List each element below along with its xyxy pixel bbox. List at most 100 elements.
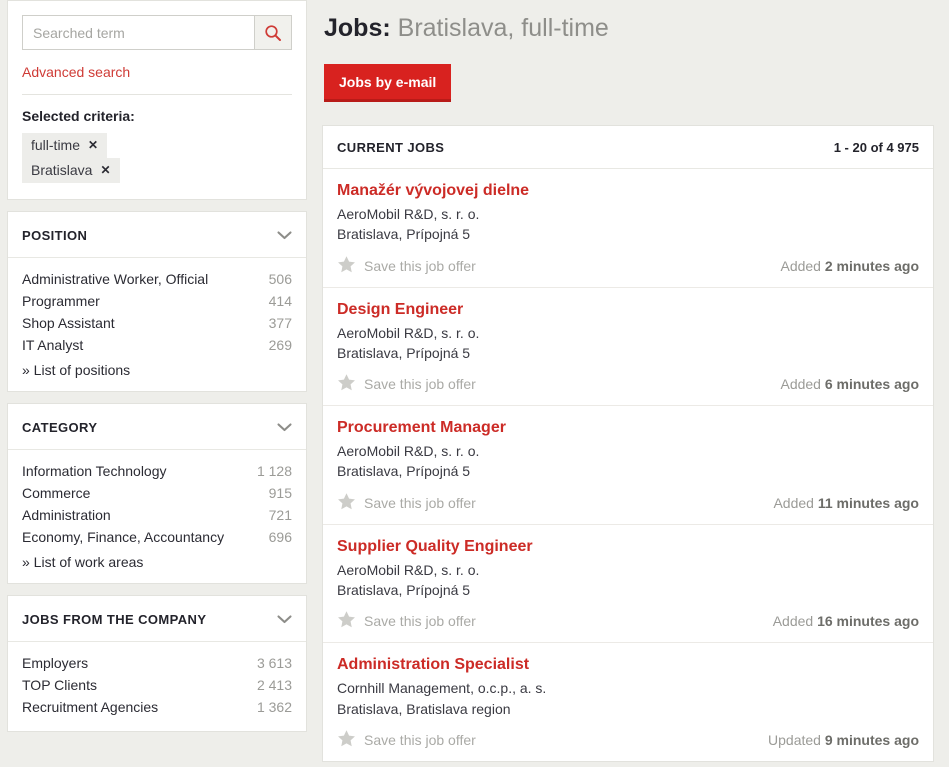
- facet-body-position: Administrative Worker, Official 506 Prog…: [8, 258, 306, 391]
- job-location: Bratislava, Bratislava region: [337, 700, 511, 717]
- facet-item-label: Programmer: [22, 293, 100, 309]
- facet-item[interactable]: Recruitment Agencies 1 362: [22, 696, 292, 718]
- facet-item-count: 1 128: [256, 463, 292, 479]
- facet-panel-company: JOBS FROM THE COMPANY Employers 3 613 TO…: [7, 595, 307, 732]
- star-icon: [337, 492, 356, 514]
- facet-item-count: 915: [268, 485, 292, 501]
- job-date-prefix: Updated: [768, 731, 821, 748]
- divider: [22, 94, 292, 95]
- star-icon: [337, 610, 356, 632]
- job-footer: Save this job offer Updated 9 minutes ag…: [337, 729, 919, 751]
- criteria-chip[interactable]: Bratislava ✕: [22, 158, 120, 183]
- save-job-label: Save this job offer: [364, 494, 476, 511]
- search-button[interactable]: [254, 15, 292, 50]
- facet-item[interactable]: Administrative Worker, Official 506: [22, 268, 292, 290]
- advanced-search-link[interactable]: Advanced search: [22, 64, 130, 80]
- facet-item[interactable]: Economy, Finance, Accountancy 696: [22, 526, 292, 548]
- page-title-filters: Bratislava, full-time: [397, 14, 609, 42]
- chevron-down-icon[interactable]: [277, 227, 292, 243]
- facet-header-position[interactable]: POSITION: [8, 212, 306, 258]
- facet-item[interactable]: Information Technology 1 128: [22, 460, 292, 482]
- facet-item-count: 696: [268, 529, 292, 545]
- job-title-link[interactable]: Design Engineer: [337, 301, 463, 319]
- star-icon: [337, 729, 356, 751]
- chevron-down-icon[interactable]: [277, 611, 292, 627]
- facet-panel-position: POSITION Administrative Worker, Official…: [7, 211, 307, 392]
- job-list-item: Procurement Manager AeroMobil R&D, s. r.…: [323, 406, 933, 525]
- save-job-label: Save this job offer: [364, 376, 476, 393]
- chip-label: full-time: [31, 137, 81, 153]
- job-location: Bratislava, Prípojná 5: [337, 344, 471, 361]
- search-input[interactable]: [22, 15, 254, 50]
- save-job-label: Save this job offer: [364, 257, 476, 274]
- job-list-item: Design Engineer AeroMobil R&D, s. r. o. …: [323, 288, 933, 407]
- job-location: Bratislava, Prípojná 5: [337, 226, 471, 243]
- facet-item[interactable]: Programmer 414: [22, 290, 292, 312]
- jobs-panel-header: CURRENT JOBS 1 - 20 of 4 975: [323, 126, 933, 169]
- job-company: AeroMobil R&D, s. r. o.: [337, 443, 480, 460]
- facet-title: POSITION: [22, 227, 88, 243]
- search-panel: Advanced search Selected criteria: full-…: [7, 0, 307, 200]
- facet-title: CATEGORY: [22, 419, 98, 435]
- save-job-link[interactable]: Save this job offer: [337, 255, 476, 277]
- jobs-by-email-button[interactable]: Jobs by e-mail: [324, 64, 452, 102]
- close-icon[interactable]: ✕: [88, 139, 98, 151]
- page-title-strong: Jobs:: [324, 14, 391, 42]
- facet-more-link[interactable]: » List of positions: [22, 362, 292, 378]
- facet-body-category: Information Technology 1 128 Commerce 91…: [8, 450, 306, 583]
- current-jobs-heading: CURRENT JOBS: [337, 140, 445, 155]
- facet-item[interactable]: TOP Clients 2 413: [22, 674, 292, 696]
- job-date: Updated 9 minutes ago: [768, 732, 919, 748]
- job-footer: Save this job offer Added 6 minutes ago: [337, 373, 919, 395]
- job-footer: Save this job offer Added 16 minutes ago: [337, 610, 919, 632]
- selected-criteria-title: Selected criteria:: [22, 108, 135, 124]
- facet-item-label: Administrative Worker, Official: [22, 271, 209, 287]
- star-icon: [337, 373, 356, 395]
- job-date-prefix: Added: [773, 494, 814, 511]
- page-root: Advanced search Selected criteria: full-…: [0, 0, 949, 767]
- facet-header-company[interactable]: JOBS FROM THE COMPANY: [8, 596, 306, 642]
- job-date-prefix: Added: [772, 613, 814, 630]
- results-range: 1 - 20 of 4 975: [833, 140, 919, 155]
- job-title-link[interactable]: Procurement Manager: [337, 419, 506, 437]
- facet-item-label: Economy, Finance, Accountancy: [22, 529, 225, 545]
- job-title-link[interactable]: Administration Specialist: [337, 656, 529, 674]
- facet-item[interactable]: Employers 3 613: [22, 652, 292, 674]
- job-company: AeroMobil R&D, s. r. o.: [337, 324, 480, 341]
- page-title: Jobs: Bratislava, full-time: [322, 10, 934, 43]
- save-job-link[interactable]: Save this job offer: [337, 373, 476, 395]
- job-date-value: 6 minutes ago: [824, 376, 919, 393]
- save-job-link[interactable]: Save this job offer: [337, 729, 476, 751]
- facet-header-category[interactable]: CATEGORY: [8, 404, 306, 450]
- sidebar: Advanced search Selected criteria: full-…: [7, 0, 307, 743]
- job-date: Added 6 minutes ago: [780, 376, 919, 392]
- job-location: Bratislava, Prípojná 5: [337, 582, 471, 599]
- job-date-value: 16 minutes ago: [817, 613, 919, 630]
- job-company: Cornhill Management, o.c.p., a. s.: [337, 680, 547, 697]
- close-icon[interactable]: ✕: [100, 164, 110, 176]
- facet-item-label: Administration: [22, 507, 111, 523]
- job-list-item: Administration Specialist Cornhill Manag…: [323, 643, 933, 761]
- save-job-link[interactable]: Save this job offer: [337, 492, 476, 514]
- facet-item[interactable]: Shop Assistant 377: [22, 312, 292, 334]
- job-date: Added 16 minutes ago: [773, 613, 919, 629]
- criteria-chip[interactable]: full-time ✕: [22, 133, 108, 158]
- facet-item-count: 414: [268, 293, 292, 309]
- facet-item-count: 269: [268, 337, 292, 353]
- job-company: AeroMobil R&D, s. r. o.: [337, 561, 480, 578]
- save-job-link[interactable]: Save this job offer: [337, 610, 476, 632]
- job-title-link[interactable]: Manažér vývojovej dielne: [337, 182, 529, 200]
- facet-item[interactable]: Commerce 915: [22, 482, 292, 504]
- facet-item[interactable]: IT Analyst 269: [22, 334, 292, 356]
- job-location: Bratislava, Prípojná 5: [337, 463, 471, 480]
- facet-item[interactable]: Administration 721: [22, 504, 292, 526]
- job-title-link[interactable]: Supplier Quality Engineer: [337, 538, 533, 556]
- chevron-down-icon[interactable]: [277, 419, 292, 435]
- job-date-value: 9 minutes ago: [824, 731, 919, 748]
- job-list-item: Manažér vývojovej dielne AeroMobil R&D, …: [323, 169, 933, 288]
- facet-item-count: 1 362: [256, 699, 292, 715]
- save-job-label: Save this job offer: [364, 613, 476, 630]
- job-footer: Save this job offer Added 11 minutes ago: [337, 492, 919, 514]
- job-date: Added 11 minutes ago: [773, 495, 919, 511]
- facet-more-link[interactable]: » List of work areas: [22, 554, 292, 570]
